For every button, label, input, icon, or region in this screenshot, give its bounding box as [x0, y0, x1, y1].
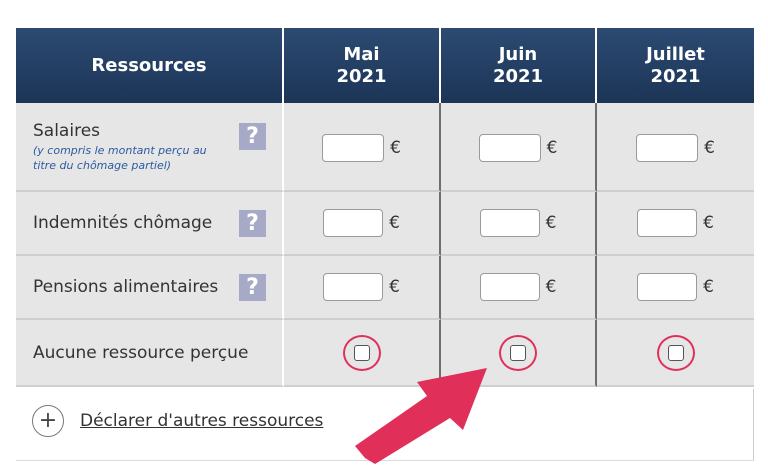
- chomage-july-input[interactable]: [637, 209, 698, 237]
- row-label: Indemnités chômage: [33, 213, 213, 233]
- row-label: Salaires: [33, 121, 101, 141]
- euro-sign: €: [704, 137, 715, 158]
- row-indemnites-chomage: Indemnités chômage ? € € €: [16, 192, 754, 256]
- pensions-june-input[interactable]: [479, 273, 540, 301]
- euro-sign: €: [389, 277, 400, 297]
- salaires-may-input[interactable]: [322, 133, 385, 162]
- annotation-circle: [656, 334, 695, 371]
- euro-sign: €: [703, 213, 714, 233]
- header-may: Mai 2021: [284, 28, 441, 103]
- chomage-may-input[interactable]: [323, 209, 384, 237]
- table-header: Ressources Mai 2021 Juin 2021 Juillet 2021: [16, 28, 754, 103]
- salaires-july-input[interactable]: [636, 133, 699, 162]
- row-sublabel: (y compris le montant perçu au titre du c…: [33, 144, 207, 172]
- euro-sign: €: [545, 213, 557, 233]
- euro-sign: €: [703, 277, 714, 297]
- euro-sign: €: [545, 277, 557, 297]
- row-label: Pensions alimentaires: [33, 277, 219, 297]
- plus-icon[interactable]: +: [32, 405, 64, 437]
- no-resource-may-checkbox[interactable]: [353, 344, 370, 361]
- row-salaires: Salaires (y compris le montant perçu au t…: [16, 103, 754, 192]
- chomage-june-input[interactable]: [479, 209, 540, 237]
- row-label: Aucune ressource perçue: [33, 342, 249, 363]
- row-pensions-alimentaires: Pensions alimentaires ? € € €: [16, 256, 754, 320]
- annotation-arrow-icon: [355, 368, 487, 464]
- declare-other-resources-link[interactable]: Déclarer d'autres ressources: [80, 411, 323, 431]
- resources-table: Ressources Mai 2021 Juin 2021 Juillet 2021 …: [16, 28, 754, 387]
- help-icon[interactable]: ?: [239, 273, 266, 301]
- euro-sign: €: [389, 213, 400, 233]
- salaires-june-input[interactable]: [478, 133, 541, 162]
- header-june: Juin 2021: [441, 28, 597, 103]
- euro-sign: €: [546, 137, 558, 158]
- help-icon[interactable]: ?: [239, 123, 266, 150]
- header-resources: Ressources: [16, 28, 284, 103]
- pensions-may-input[interactable]: [323, 273, 384, 301]
- no-resource-june-checkbox[interactable]: [510, 344, 526, 361]
- euro-sign: €: [390, 137, 401, 158]
- header-july: Juillet 2021: [597, 28, 754, 103]
- pensions-july-input[interactable]: [637, 273, 698, 301]
- help-icon[interactable]: ?: [239, 209, 266, 237]
- no-resource-july-checkbox[interactable]: [667, 344, 684, 361]
